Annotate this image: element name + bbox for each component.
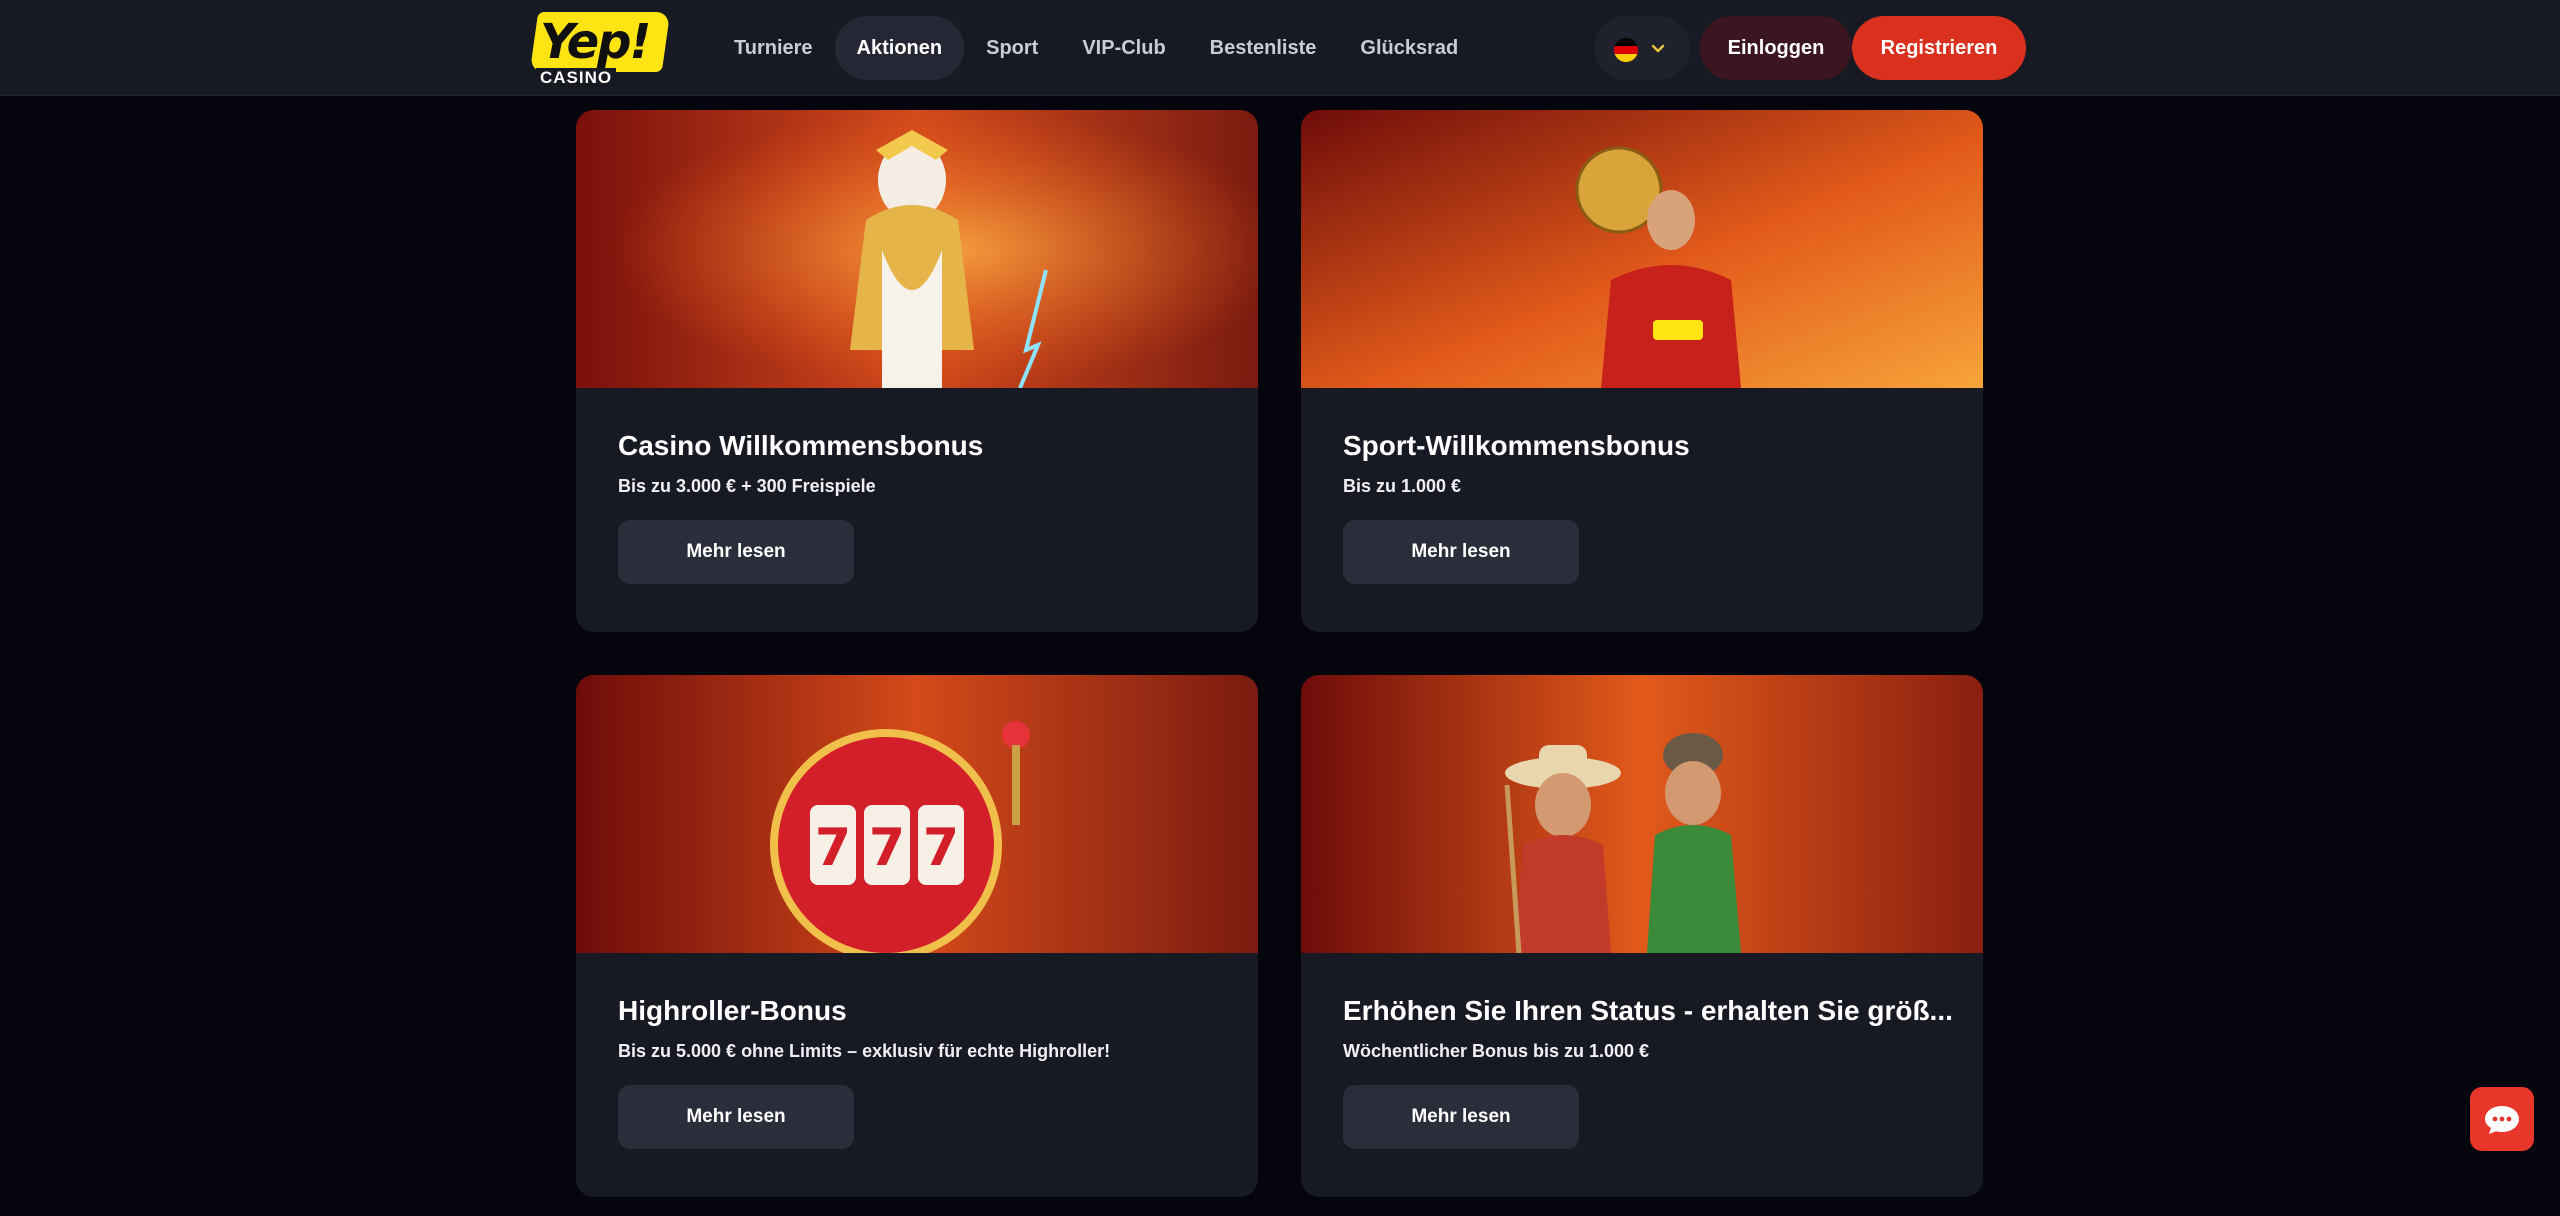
svg-text:7: 7 [923, 818, 959, 878]
nav-item-bestenliste[interactable]: Bestenliste [1188, 16, 1339, 80]
promo-title: Erhöhen Sie Ihren Status - erhalten Sie … [1343, 995, 1953, 1026]
promo-subtitle: Bis zu 3.000 € + 300 Freispiele [618, 476, 876, 496]
nav-item-aktionen[interactable]: Aktionen [834, 16, 965, 80]
promo-title: Sport-Willkommensbonus [1343, 430, 1690, 461]
flag-germany-icon [1614, 38, 1638, 62]
nav-item-gluecksrad[interactable]: Glücksrad [1338, 16, 1480, 80]
login-button[interactable]: Einloggen [1700, 16, 1852, 80]
zeus-illustration [576, 110, 1258, 388]
logo-text: Yep! [540, 14, 650, 70]
promo-card-highroller: 7 7 7 Highroller-Bonus Bis zu 5.000 € oh… [576, 675, 1258, 1197]
slot-machine-777-illustration: 7 7 7 [576, 675, 1258, 953]
nav-item-sport[interactable]: Sport [964, 16, 1060, 80]
read-more-button[interactable]: Mehr lesen [618, 1085, 854, 1149]
promo-subtitle: Bis zu 5.000 € ohne Limits – exklusiv fü… [618, 1041, 1111, 1061]
language-selector[interactable] [1594, 16, 1690, 80]
promo-subtitle: Bis zu 1.000 € [1343, 476, 1462, 496]
main-nav: Turniere Aktionen Sport VIP-Club Bestenl… [712, 16, 1480, 80]
promo-card-status: Erhöhen Sie Ihren Status - erhalten Sie … [1301, 675, 1983, 1197]
chat-button[interactable] [2470, 1087, 2534, 1151]
read-more-button[interactable]: Mehr lesen [1343, 1085, 1579, 1149]
chevron-down-icon [1648, 36, 1668, 60]
nav-item-vip-club[interactable]: VIP-Club [1060, 16, 1187, 80]
svg-text:7: 7 [869, 818, 905, 878]
read-more-button[interactable]: Mehr lesen [1343, 520, 1579, 584]
nav-item-turniere[interactable]: Turniere [712, 16, 835, 80]
register-button[interactable]: Registrieren [1852, 16, 2026, 80]
yep-casino-logo[interactable]: Yep! CASINO [529, 12, 671, 88]
logo-subtext: CASINO [536, 68, 617, 88]
top-header: Yep! CASINO Turniere Aktionen Sport VIP-… [0, 0, 2560, 96]
promo-title: Highroller-Bonus [618, 995, 847, 1026]
svg-text:7: 7 [815, 818, 851, 878]
promo-subtitle: Wöchentlicher Bonus bis zu 1.000 € [1343, 1041, 1650, 1061]
read-more-button[interactable]: Mehr lesen [618, 520, 854, 584]
fishermen-illustration [1301, 675, 1983, 953]
chat-bubble-icon [2485, 1106, 2519, 1134]
promo-card-casino: Casino Willkommensbonus Bis zu 3.000 € +… [576, 110, 1258, 632]
football-player-illustration [1301, 110, 1983, 388]
promo-card-sport: Sport-Willkommensbonus Bis zu 1.000 € Me… [1301, 110, 1983, 632]
promo-title: Casino Willkommensbonus [618, 430, 984, 461]
